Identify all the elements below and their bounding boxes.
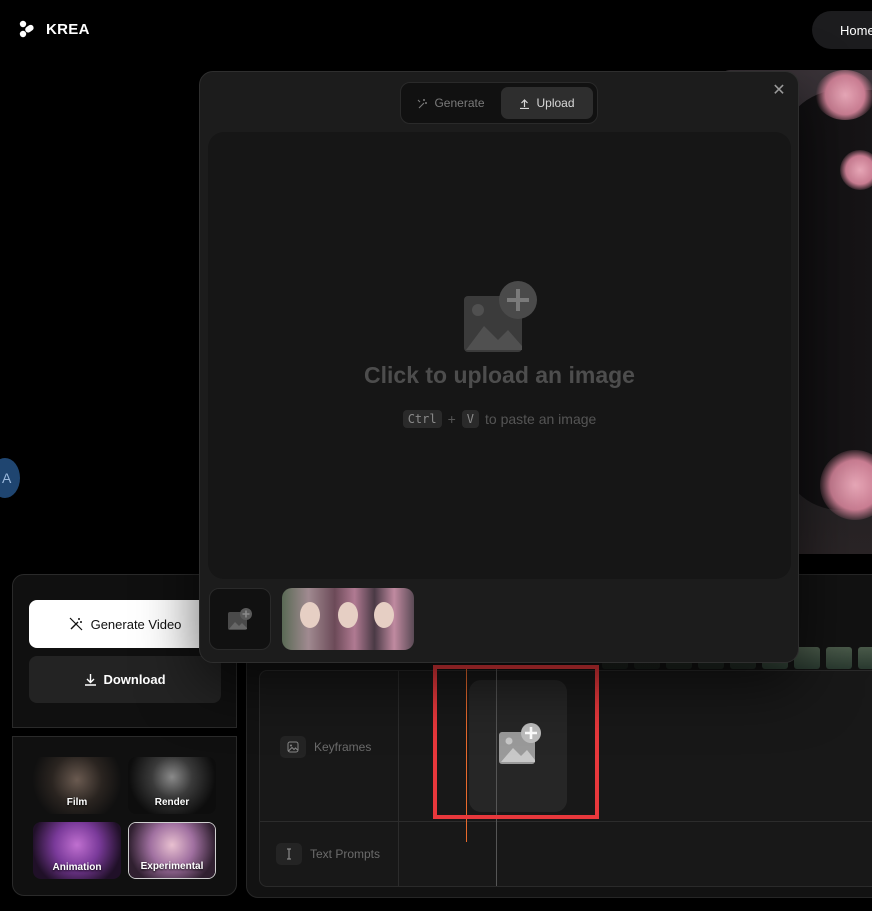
close-icon[interactable]: ✕: [770, 82, 788, 100]
annotation-highlight-box: [433, 665, 599, 819]
text-prompts-track-label: Text Prompts: [276, 843, 380, 865]
download-icon: [85, 674, 97, 686]
sparkle-icon: [418, 98, 428, 108]
style-tile-experimental[interactable]: Experimental: [128, 822, 216, 879]
add-image-icon: [464, 281, 537, 352]
upload-image-modal: Generate Upload ✕ Click to upload an ima…: [199, 71, 799, 663]
generate-video-button[interactable]: Generate Video: [29, 600, 221, 648]
krea-logo-icon: [19, 20, 34, 38]
plus-sign: +: [447, 411, 456, 427]
style-tile-film[interactable]: Film: [33, 757, 121, 814]
recent-image-thumbnail[interactable]: [282, 588, 414, 650]
keyframes-label: Keyframes: [314, 740, 372, 754]
style-tile-render[interactable]: Render: [128, 757, 216, 814]
ctrl-key: Ctrl: [402, 410, 442, 428]
download-button[interactable]: Download: [29, 656, 221, 703]
style-label: Experimental: [140, 861, 204, 872]
keyframes-track-label: Keyframes: [280, 736, 371, 758]
style-label: Animation: [52, 862, 102, 873]
style-tile-animation[interactable]: Animation: [33, 822, 121, 879]
add-image-icon: [228, 608, 252, 630]
paste-hint: Ctrl + V to paste an image: [208, 410, 791, 428]
krea-logo[interactable]: KREA: [18, 20, 90, 38]
drop-zone-title: Click to upload an image: [364, 362, 635, 388]
text-prompts-label: Text Prompts: [310, 847, 381, 861]
style-presets-panel: Film Render Animation Experimental: [12, 736, 237, 896]
upload-icon: [520, 98, 530, 109]
tab-upload[interactable]: Upload: [501, 87, 593, 119]
v-key: V: [461, 410, 480, 428]
text-cursor-icon: [276, 843, 302, 865]
paste-hint-text: to paste an image: [485, 411, 597, 427]
image-drop-zone[interactable]: Click to upload an image Ctrl + V to pas…: [208, 132, 791, 579]
home-button[interactable]: Home: [812, 11, 872, 49]
tab-generate-label: Generate: [434, 96, 485, 110]
tab-generate[interactable]: Generate: [405, 87, 497, 119]
logo-text: KREA: [46, 20, 90, 38]
style-label: Render: [154, 797, 190, 808]
modal-tabs: Generate Upload: [400, 82, 598, 124]
download-label: Download: [103, 672, 166, 687]
add-image-tile[interactable]: [209, 588, 271, 650]
magic-wand-off-icon: [69, 617, 83, 631]
image-icon: [280, 736, 306, 758]
tab-upload-label: Upload: [536, 96, 575, 110]
help-bubble[interactable]: A: [0, 458, 20, 498]
style-label: Film: [66, 797, 88, 808]
generate-video-label: Generate Video: [90, 616, 182, 632]
